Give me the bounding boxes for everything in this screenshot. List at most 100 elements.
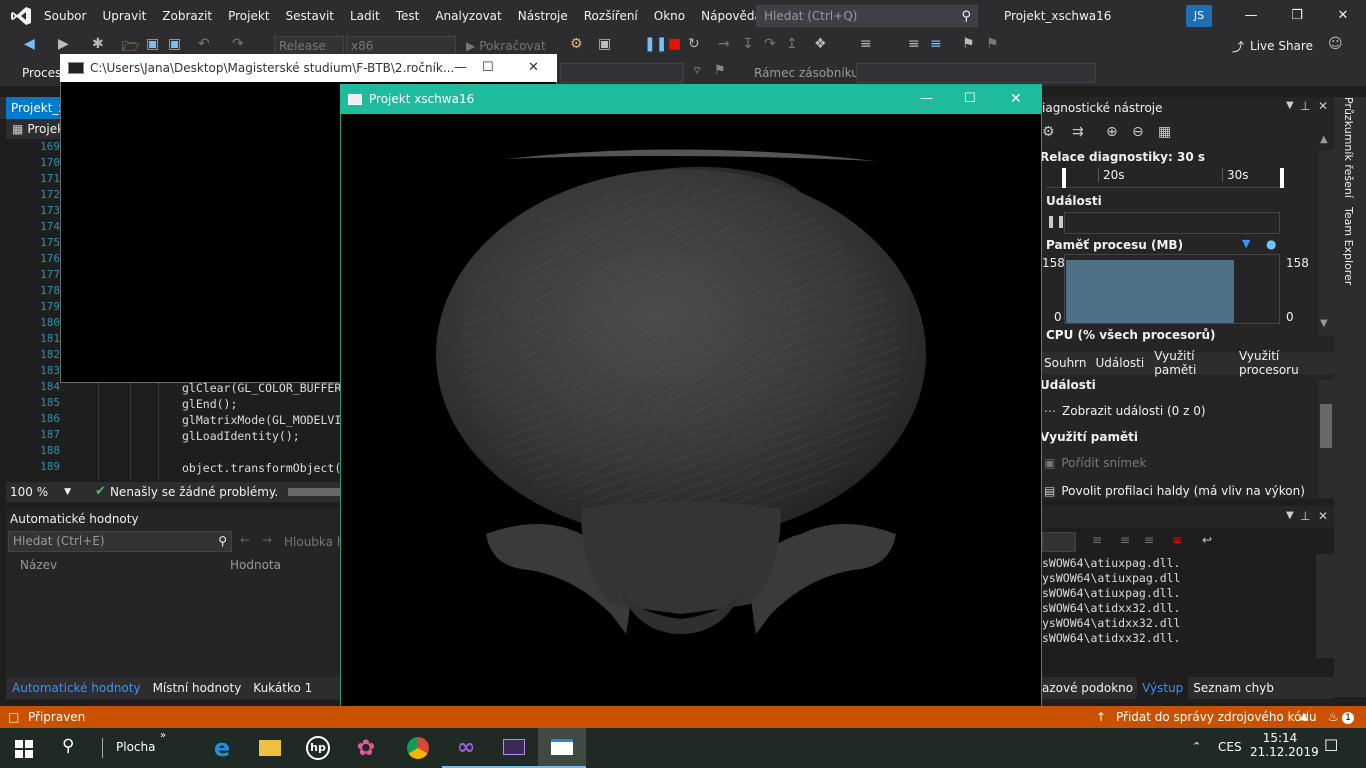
dropdown-icon[interactable]: ▼ bbox=[1286, 100, 1294, 111]
redo-icon[interactable]: ↷ bbox=[232, 36, 244, 56]
console-minimize-button[interactable]: — bbox=[454, 54, 467, 82]
scroll-down-icon[interactable]: ▼ bbox=[1320, 318, 1328, 329]
language-indicator[interactable]: CES bbox=[1218, 740, 1242, 754]
menu-okno[interactable]: Okno bbox=[646, 0, 693, 32]
avatar[interactable]: JS bbox=[1186, 5, 1212, 27]
paint-icon[interactable]: ✿ bbox=[342, 728, 390, 768]
show-events-link[interactable]: ⋯ Zobrazit události (0 z 0) bbox=[1044, 404, 1206, 418]
attach-icon[interactable]: ⚙ bbox=[570, 36, 583, 56]
step-over-icon[interactable]: ↷ bbox=[764, 36, 776, 56]
tab-solution-explorer[interactable]: Průzkumník řešení bbox=[1342, 97, 1355, 198]
source-control-button[interactable]: Přidat do správy zdrojového kódu bbox=[1116, 706, 1317, 728]
heap-profiling-button[interactable]: ▤ Povolit profilaci haldy (má vliv na vý… bbox=[1044, 484, 1305, 498]
arrow-left-icon[interactable]: ← bbox=[240, 533, 250, 547]
feedback-icon[interactable]: ☺ bbox=[1328, 36, 1343, 56]
menu-soubor[interactable]: Soubor bbox=[36, 0, 94, 32]
issues-status[interactable]: Nenašly se žádné problémy. bbox=[110, 482, 278, 502]
menu-sestavit[interactable]: Sestavit bbox=[278, 0, 342, 32]
tab-memory-usage[interactable]: Využití paměti bbox=[1149, 349, 1234, 377]
menu-upravit[interactable]: Upravit bbox=[94, 0, 154, 32]
visual-studio-taskbar-icon[interactable]: ∞ bbox=[442, 728, 490, 768]
undo-icon[interactable]: ↶ bbox=[198, 36, 210, 56]
panel-close-icon[interactable]: ✕ bbox=[1318, 99, 1328, 113]
output-pin-icon[interactable]: ⊥ bbox=[1300, 509, 1310, 523]
console-close-button[interactable]: ✕ bbox=[528, 54, 539, 82]
console-taskbar-icon[interactable] bbox=[490, 728, 538, 768]
menu-nastroje[interactable]: Nástroje bbox=[510, 0, 576, 32]
console-titlebar[interactable]: C:\Users\Jana\Desktop\Magisterské studiu… bbox=[60, 54, 557, 82]
bookmark-icon[interactable]: ⚑ bbox=[962, 36, 975, 56]
scroll-up-icon[interactable]: ▲ bbox=[1320, 134, 1328, 145]
menu-test[interactable]: Test bbox=[388, 0, 428, 32]
thread-select[interactable] bbox=[560, 63, 684, 83]
notifications-icon[interactable]: ♨ bbox=[1328, 706, 1339, 728]
menu-zobrazit[interactable]: Zobrazit bbox=[154, 0, 220, 32]
goto-icon[interactable]: ≡ bbox=[1092, 533, 1102, 547]
continue-button[interactable]: ▶ Pokračovat bbox=[466, 36, 546, 56]
minimize-button[interactable]: — bbox=[1228, 0, 1274, 32]
screen-icon[interactable]: ▣ bbox=[598, 36, 611, 56]
pin-icon[interactable]: ⊥ bbox=[1300, 99, 1310, 113]
tab-team-explorer[interactable]: Team Explorer bbox=[1342, 207, 1355, 285]
tray-expand-icon[interactable]: ⌃ bbox=[1192, 740, 1201, 753]
menu-ladit[interactable]: Ladit bbox=[342, 0, 388, 32]
word-wrap-icon[interactable]: ↩ bbox=[1202, 533, 1212, 547]
take-snapshot-button[interactable]: ▣ Pořídit snímek bbox=[1044, 456, 1146, 470]
action-center-icon[interactable]: ☐ bbox=[1324, 736, 1338, 755]
gl-maximize-button[interactable]: ☐ bbox=[964, 84, 976, 114]
windows-start-icon[interactable] bbox=[15, 740, 33, 758]
horizontal-scrollbar[interactable] bbox=[288, 488, 340, 496]
source-control-dropdown-icon[interactable]: ▲ bbox=[1300, 706, 1308, 728]
settings-icon[interactable]: ⚙ bbox=[1042, 124, 1055, 140]
tab-locals[interactable]: Místní hodnoty bbox=[147, 681, 248, 695]
new-item-icon[interactable]: ✱ bbox=[92, 36, 104, 56]
diag-scrollbar[interactable] bbox=[1318, 150, 1334, 336]
prev-message-icon[interactable]: ≡ bbox=[1120, 533, 1130, 547]
menu-rozsireni[interactable]: Rozšíření bbox=[576, 0, 646, 32]
output-text[interactable]: sWOW64\atiuxpag.dll. ysWOW64\atiuxpag.dl… bbox=[1042, 556, 1180, 646]
autos-search-input[interactable]: Hledat (Ctrl+E) ⚲ bbox=[8, 531, 232, 552]
filter-icon[interactable]: ▿ bbox=[694, 63, 701, 78]
step-into-icon[interactable]: ↧ bbox=[742, 36, 754, 56]
summary-scroll-thumb[interactable] bbox=[1320, 404, 1332, 448]
close-button[interactable]: ✕ bbox=[1320, 0, 1366, 32]
gl-close-button[interactable]: ✕ bbox=[1010, 84, 1022, 114]
edge-icon[interactable]: e bbox=[198, 728, 246, 768]
search-input[interactable]: Hledat (Ctrl+Q) ⚲ bbox=[756, 5, 978, 27]
save-all-icon[interactable]: ▣ bbox=[168, 36, 181, 56]
output-close-icon[interactable]: ✕ bbox=[1318, 509, 1328, 523]
desktop-toolbar[interactable]: Plocha bbox=[116, 740, 155, 754]
timeline-ruler[interactable] bbox=[1046, 166, 1286, 188]
stack-frame-select[interactable] bbox=[856, 63, 1096, 83]
live-share-button[interactable]: ⤴ Live Share bbox=[1232, 36, 1313, 56]
stop-icon[interactable]: ■ bbox=[668, 36, 681, 56]
bookmark-prev-icon[interactable]: ⚑ bbox=[986, 36, 999, 56]
tab-events[interactable]: Události bbox=[1091, 356, 1150, 370]
pause-icon[interactable]: ❚❚ bbox=[644, 36, 667, 56]
arrow-right-icon[interactable]: → bbox=[262, 533, 272, 547]
export-icon[interactable]: ⇉ bbox=[1072, 124, 1084, 140]
output-dropdown-icon[interactable]: ▼ bbox=[1286, 510, 1294, 521]
opengl-taskbar-icon[interactable] bbox=[538, 728, 586, 768]
zoom-dropdown-icon[interactable]: ▼ bbox=[64, 482, 71, 502]
tab-autos[interactable]: Automatické hodnoty bbox=[6, 681, 147, 695]
open-folder-icon[interactable]: 🗁 bbox=[122, 36, 139, 56]
timeline-start-handle[interactable] bbox=[1062, 168, 1066, 188]
taskbar-search-icon[interactable]: ⚲ bbox=[62, 736, 74, 756]
clock[interactable]: 15:14 21.12.2019 bbox=[1250, 731, 1319, 759]
tab-error-list[interactable]: Seznam chyb bbox=[1188, 681, 1279, 695]
chrome-icon[interactable] bbox=[394, 728, 442, 768]
next-message-icon[interactable]: ≡ bbox=[1144, 533, 1154, 547]
zoom-select[interactable]: 100 % bbox=[10, 482, 48, 502]
menu-analyzovat[interactable]: Analyzovat bbox=[427, 0, 509, 32]
opengl-titlebar[interactable]: Projekt xschwa16 — ☐ ✕ bbox=[340, 84, 1042, 114]
timeline-end-handle[interactable] bbox=[1280, 168, 1284, 188]
tab-summary[interactable]: Souhrn bbox=[1040, 356, 1091, 370]
output-scrollbar[interactable] bbox=[1316, 554, 1334, 658]
restore-button[interactable]: ❐ bbox=[1274, 0, 1320, 32]
platform-select[interactable]: x86 bbox=[346, 36, 456, 56]
tab-cpu-usage[interactable]: Využití procesoru bbox=[1234, 349, 1334, 377]
chart-icon[interactable]: ▦ bbox=[1158, 124, 1171, 140]
flag-icon[interactable]: ⚑ bbox=[714, 63, 726, 78]
save-icon[interactable]: ▣ bbox=[146, 36, 159, 56]
